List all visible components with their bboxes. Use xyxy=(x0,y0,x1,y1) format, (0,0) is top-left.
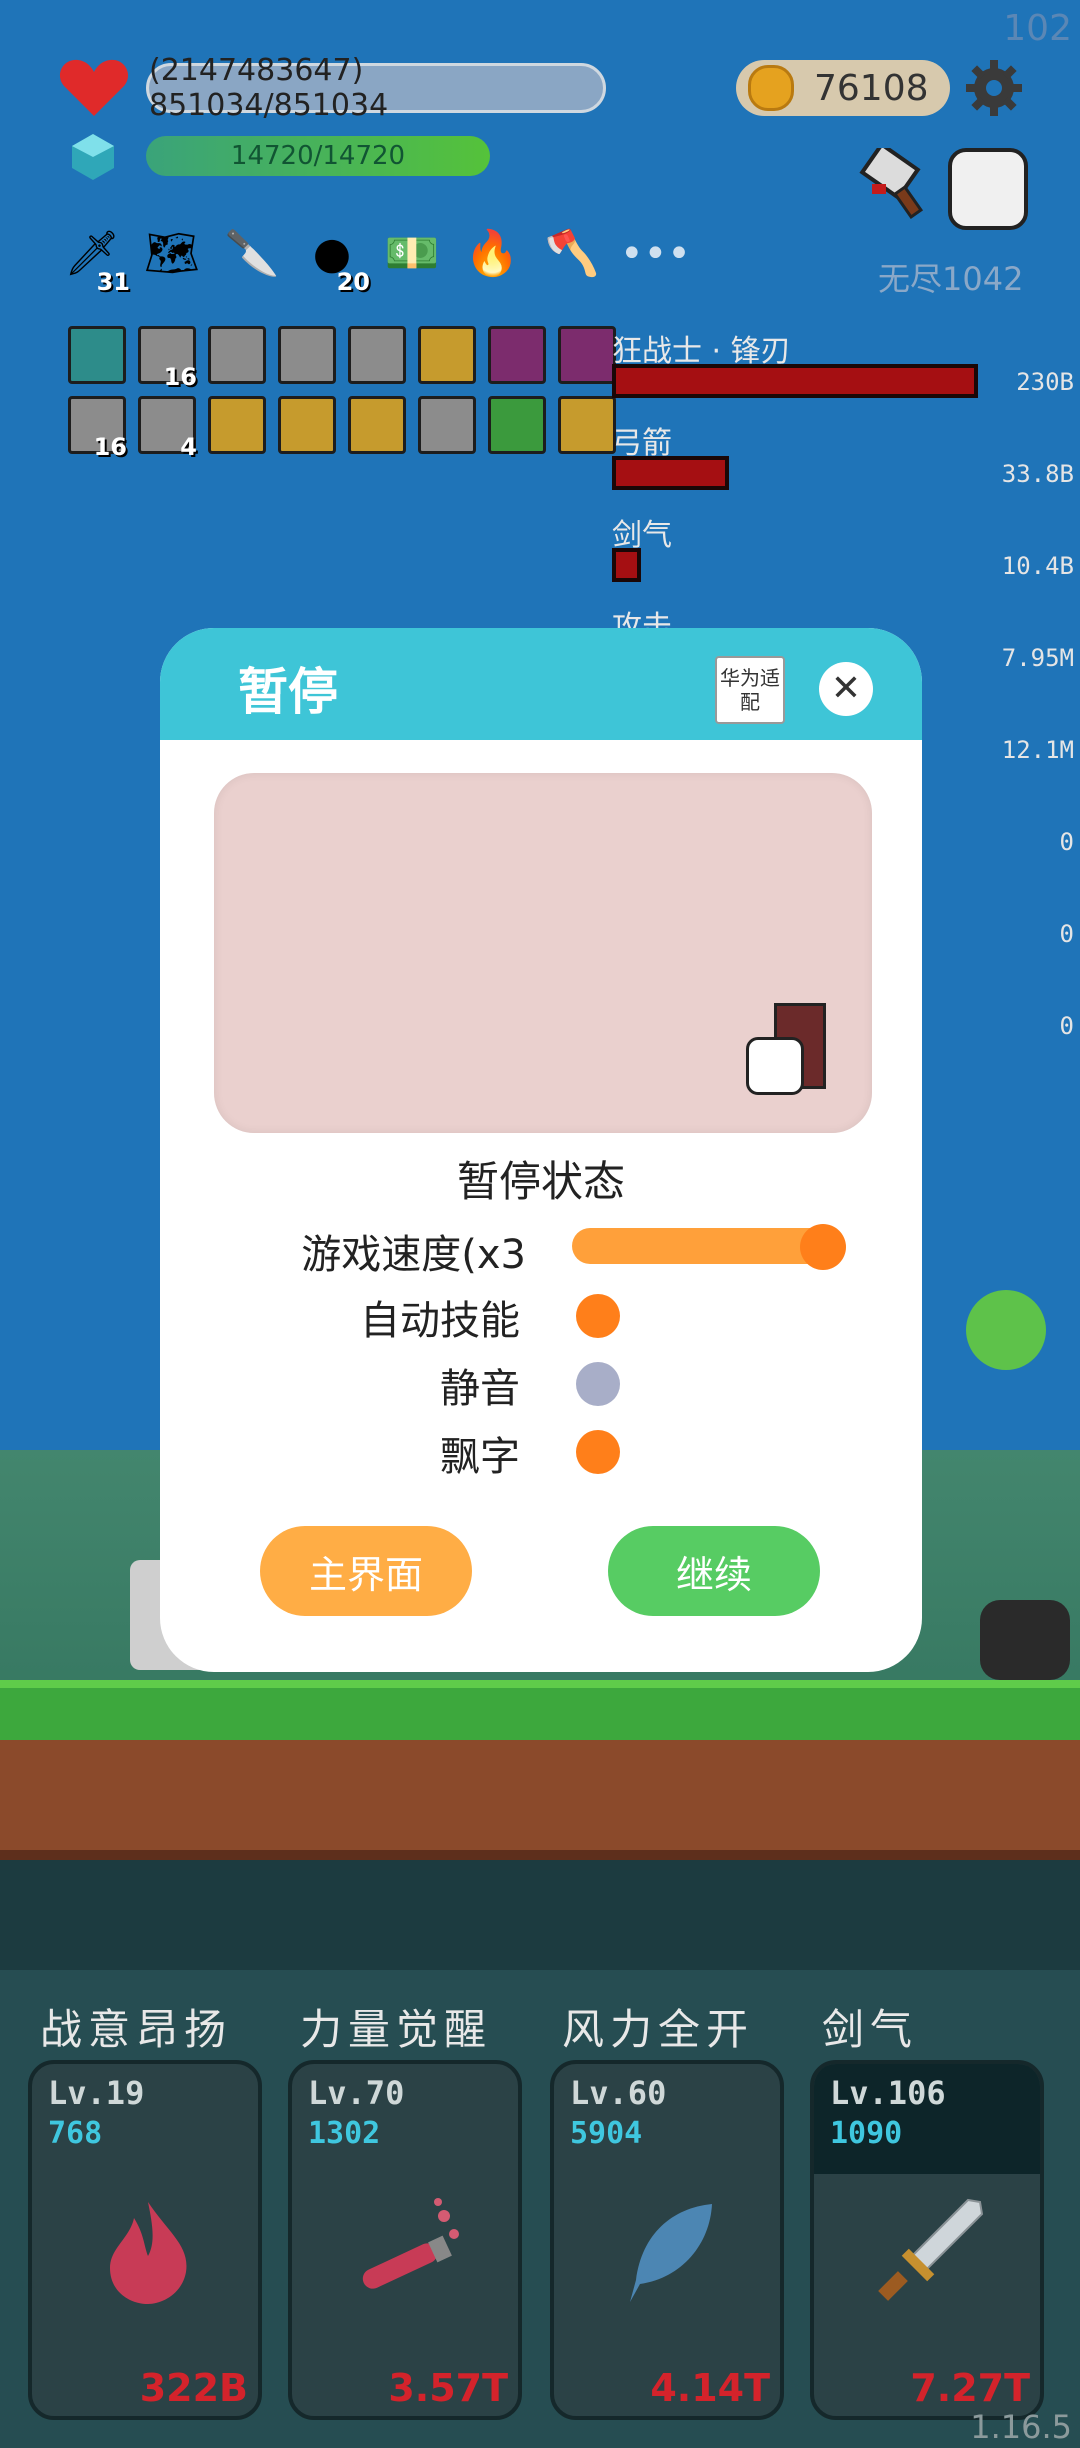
mp-bar: 14720/14720 xyxy=(146,136,490,176)
auto-skill-label: 自动技能 xyxy=(360,1298,520,1344)
corner-counter: 102 xyxy=(1003,8,1072,49)
mana-gem-icon xyxy=(72,134,114,180)
equipment-slot[interactable] xyxy=(348,396,406,454)
equipment-slot[interactable] xyxy=(558,326,616,384)
sword-icon xyxy=(878,2198,984,2301)
equipment-slot[interactable]: 16 xyxy=(138,326,197,391)
equipment-slot[interactable] xyxy=(278,326,336,384)
damage-value: 0 xyxy=(1059,920,1074,948)
skill-card[interactable]: Lv.106 1090 7.27T xyxy=(810,2060,1044,2420)
skill-title: 剑气 xyxy=(822,2005,919,2054)
close-icon[interactable]: ✕ xyxy=(819,662,873,716)
skill-damage: 7.27T xyxy=(910,2366,1030,2410)
version-label: 1.16.5 xyxy=(970,2408,1072,2446)
equipment-slot[interactable]: 4 xyxy=(138,396,197,461)
damage-value: 33.8B xyxy=(1001,460,1074,488)
equipment-slot[interactable] xyxy=(488,396,546,454)
skill-damage: 4.14T xyxy=(650,2366,770,2410)
skill-cost: 1090 xyxy=(830,2116,903,2151)
damage-value: 0 xyxy=(1059,828,1074,856)
coin-icon xyxy=(748,65,794,111)
equipment-slot[interactable] xyxy=(558,396,616,454)
skill-card[interactable]: Lv.60 5904 4.14T xyxy=(550,2060,784,2420)
damage-bar xyxy=(612,364,978,398)
equipment-slot[interactable] xyxy=(488,326,546,384)
skill-damage: 3.57T xyxy=(388,2366,508,2410)
speed-label: 游戏速度(x3 xyxy=(301,1232,526,1278)
skill-cost: 1302 xyxy=(308,2116,381,2151)
potion-icon xyxy=(362,2198,459,2289)
cleaver-icon[interactable] xyxy=(858,148,938,220)
tool-count: 31 xyxy=(96,268,130,296)
skill-level: Lv.60 xyxy=(570,2074,667,2112)
tool-row: 🗡 31 🗺 🔪 ● 20 💵 🔥 🪓 ••• xyxy=(60,222,691,294)
float-text-toggle[interactable] xyxy=(576,1430,620,1474)
water-strip xyxy=(0,1860,1080,1970)
hp-bar: (2147483647) 851034/851034 xyxy=(146,53,606,123)
float-text-label: 飘字 xyxy=(440,1434,520,1480)
endless-level: 无尽1042 xyxy=(878,260,1024,298)
skill-cost: 768 xyxy=(48,2116,103,2151)
skill-level: Lv.70 xyxy=(308,2074,405,2112)
equipment-slot[interactable] xyxy=(348,326,406,384)
feather-icon xyxy=(630,2204,712,2302)
mute-toggle[interactable] xyxy=(576,1362,620,1406)
auto-skill-toggle[interactable] xyxy=(576,1294,620,1338)
speed-slider-handle[interactable] xyxy=(800,1224,846,1270)
pause-dialog: 暂停 华为适配 ✕ 暂停状态 游戏速度(x3 自动技能 静音 飘字 主界面 继续 xyxy=(160,628,922,1672)
cash-heart-icon[interactable]: 💵 xyxy=(380,222,444,286)
coin-counter: 76108 xyxy=(736,60,950,116)
equipment-slot[interactable]: 16 xyxy=(68,396,127,461)
coin-value: 76108 xyxy=(814,67,929,109)
damage-value: 230B xyxy=(1016,368,1074,396)
equipment-slot[interactable] xyxy=(68,326,126,384)
axe-icon[interactable]: 🪓 xyxy=(540,222,604,286)
equipment-slot[interactable] xyxy=(208,326,266,384)
damage-bar xyxy=(612,456,729,490)
more-icon[interactable]: ••• xyxy=(620,222,691,286)
skill-card[interactable]: Lv.70 1302 3.57T xyxy=(288,2060,522,2420)
damage-value: 10.4B xyxy=(1001,552,1074,580)
dagger-icon[interactable]: 🔪 xyxy=(220,222,284,286)
pause-preview xyxy=(214,773,872,1133)
bomb-icon[interactable]: ● 20 xyxy=(300,222,370,294)
equipment-slot[interactable] xyxy=(418,396,476,454)
dark-enemy xyxy=(980,1600,1070,1680)
ghost-icon[interactable] xyxy=(948,148,1028,230)
gear-icon[interactable] xyxy=(964,58,1024,118)
damage-value: 0 xyxy=(1059,1012,1074,1040)
equipment-slot[interactable] xyxy=(208,396,266,454)
tool-count: 20 xyxy=(336,268,370,296)
dialog-title: 暂停 xyxy=(238,663,338,721)
pause-state-title: 暂停状态 xyxy=(456,1157,625,1206)
skill-title: 力量觉醒 xyxy=(300,2005,493,2054)
equipment-slot[interactable] xyxy=(278,396,336,454)
skill-level: Lv.19 xyxy=(48,2074,145,2112)
skill-title: 战意昂扬 xyxy=(40,2005,233,2054)
flame-icon xyxy=(110,2202,187,2304)
skill-card[interactable]: Lv.19 768 322B xyxy=(28,2060,262,2420)
map-icon[interactable]: 🗺 xyxy=(140,222,204,286)
damage-bar xyxy=(612,548,641,582)
continue-button[interactable]: 继续 xyxy=(608,1526,820,1616)
character-sprite xyxy=(734,1003,826,1103)
heart-icon xyxy=(59,59,129,116)
torch-icon[interactable]: 🔥 xyxy=(460,222,524,286)
damage-value: 12.1M xyxy=(1001,736,1074,764)
sword-icon[interactable]: 🗡 31 xyxy=(60,222,130,294)
dirt-ground xyxy=(0,1740,1080,1862)
main-menu-button[interactable]: 主界面 xyxy=(260,1526,472,1616)
equipment-slot[interactable] xyxy=(418,326,476,384)
skull-enemy xyxy=(966,1290,1046,1370)
mute-label: 静音 xyxy=(440,1366,520,1412)
damage-value: 7.95M xyxy=(1001,644,1074,672)
huawei-adapt-button[interactable]: 华为适配 xyxy=(715,656,785,724)
grass-ground xyxy=(0,1680,1080,1748)
skill-level: Lv.106 xyxy=(830,2074,946,2112)
equipment-slots: 16 16 4 xyxy=(68,326,616,461)
skill-damage: 322B xyxy=(139,2366,248,2410)
skill-title: 风力全开 xyxy=(562,2005,755,2054)
skill-cost: 5904 xyxy=(570,2116,643,2151)
